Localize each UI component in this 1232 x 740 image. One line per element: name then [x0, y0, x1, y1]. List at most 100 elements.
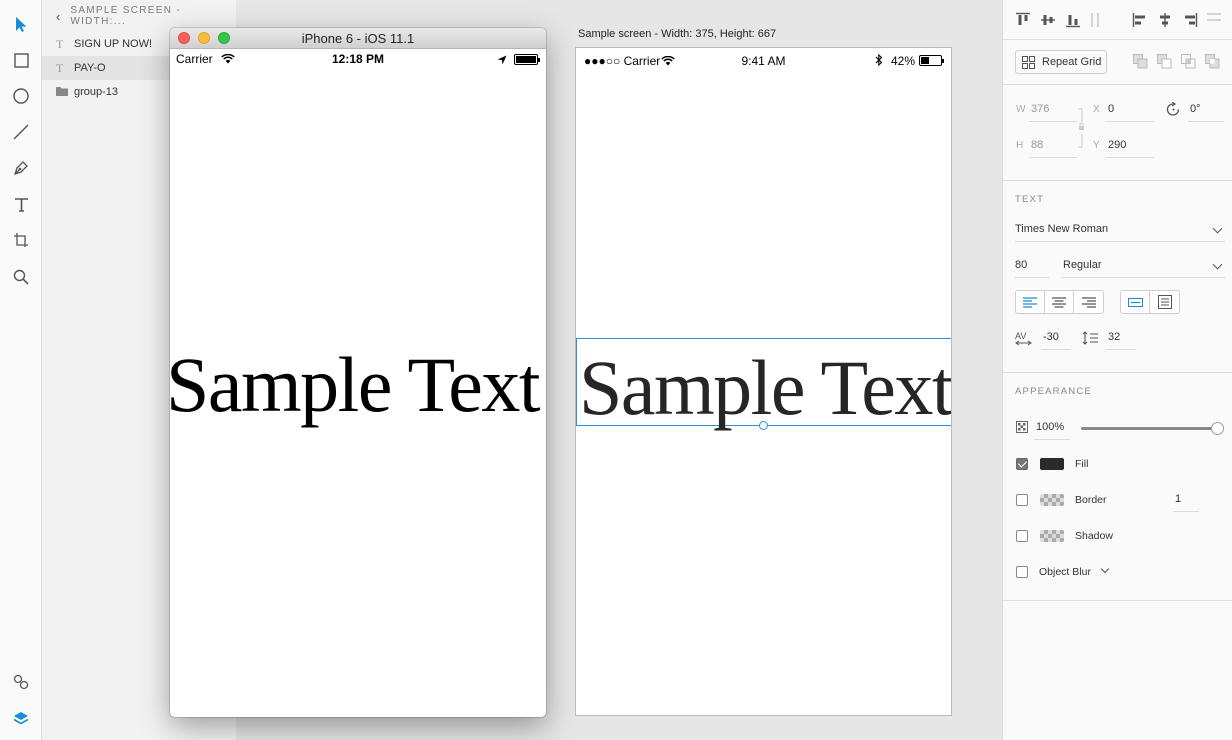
boolean-subtract-icon[interactable]	[1157, 54, 1172, 72]
rotation-icon	[1166, 101, 1181, 120]
shadow-color-swatch[interactable]	[1040, 530, 1064, 542]
layer-label: PAY-O	[74, 62, 106, 74]
line-spacing-underline	[1106, 349, 1136, 350]
appearance-section	[1003, 373, 1232, 601]
text-align-group	[1015, 290, 1104, 314]
x-label: X	[1093, 104, 1100, 115]
font-weight-dropdown[interactable]: Regular	[1063, 259, 1102, 271]
font-weight-underline	[1061, 277, 1225, 278]
artboard-tool-icon[interactable]	[9, 228, 33, 252]
object-blur-label[interactable]: Object Blur	[1039, 566, 1091, 578]
opacity-field-underline	[1034, 439, 1070, 440]
line-tool-icon[interactable]	[9, 120, 33, 144]
rectangle-tool-icon[interactable]	[9, 48, 33, 72]
align-top-icon[interactable]	[1015, 12, 1031, 31]
line-spacing-icon	[1082, 331, 1098, 348]
auto-width-text-icon[interactable]	[1121, 291, 1150, 313]
height-field[interactable]: 88	[1031, 139, 1043, 151]
x-field-underline	[1106, 121, 1154, 122]
border-checkbox[interactable]	[1016, 494, 1028, 506]
width-field-underline	[1029, 121, 1077, 122]
bluetooth-icon	[875, 53, 883, 69]
breadcrumb-label: SAMPLE SCREEN - WIDTH:...	[70, 5, 181, 27]
artboard-sample-text[interactable]: Sample Text	[579, 343, 951, 433]
boolean-exclude-icon[interactable]	[1205, 54, 1220, 72]
fill-checkbox[interactable]	[1016, 458, 1028, 470]
property-inspector: Repeat Grid W 376 H 88 X 0 Y 290 0° TEXT…	[1002, 0, 1232, 740]
align-middle-icon[interactable]	[1040, 12, 1056, 31]
character-spacing-underline	[1041, 349, 1071, 350]
repeat-grid-label: Repeat Grid	[1042, 56, 1102, 68]
y-field-underline	[1106, 157, 1154, 158]
align-toolbar	[1003, 0, 1232, 40]
repeat-grid-button[interactable]: Repeat Grid	[1015, 50, 1107, 74]
back-chevron-icon[interactable]: ‹	[56, 9, 60, 24]
height-field-underline	[1029, 157, 1077, 158]
fill-color-swatch[interactable]	[1040, 458, 1064, 470]
border-color-swatch[interactable]	[1040, 494, 1064, 506]
character-spacing-field[interactable]: -30	[1043, 331, 1059, 343]
opacity-slider[interactable]	[1081, 422, 1224, 435]
rotation-field-underline	[1188, 121, 1224, 122]
object-blur-checkbox[interactable]	[1016, 566, 1028, 578]
assets-icon[interactable]	[9, 670, 33, 694]
iphone-simulator-window: iPhone 6 - iOS 11.1 Carrier 12:18 PM Sam…	[170, 28, 546, 717]
select-tool-icon[interactable]	[9, 12, 33, 36]
resize-handle[interactable]	[759, 421, 768, 430]
rotation-field[interactable]: 0°	[1190, 103, 1201, 115]
text-section-header: TEXT	[1015, 194, 1045, 205]
width-field[interactable]: 376	[1031, 103, 1049, 115]
simulator-titlebar[interactable]: iPhone 6 - iOS 11.1	[170, 28, 546, 49]
opacity-field[interactable]: 100%	[1036, 421, 1064, 433]
battery-percent: 42%	[891, 54, 916, 68]
battery-icon	[919, 55, 944, 66]
font-size-field[interactable]: 80	[1015, 259, 1027, 271]
boolean-intersect-icon[interactable]	[1181, 54, 1196, 72]
font-family-dropdown[interactable]: Times New Roman	[1015, 223, 1108, 235]
shadow-checkbox[interactable]	[1016, 530, 1028, 542]
text-align-center-icon[interactable]	[1045, 291, 1074, 313]
width-label: W	[1016, 104, 1026, 115]
lock-aspect-icon[interactable]	[1076, 108, 1086, 151]
shadow-label: Shadow	[1075, 530, 1113, 542]
align-center-icon[interactable]	[1157, 12, 1173, 31]
fill-label: Fill	[1075, 458, 1089, 470]
align-left-icon[interactable]	[1132, 12, 1148, 31]
appearance-section-header: APPEARANCE	[1015, 386, 1092, 397]
battery-icon	[514, 54, 540, 65]
svg-text:AV: AV	[1015, 331, 1026, 341]
border-label: Border	[1075, 494, 1107, 506]
pen-tool-icon[interactable]	[9, 156, 33, 180]
text-align-right-icon[interactable]	[1074, 291, 1103, 313]
fixed-size-text-icon[interactable]	[1150, 291, 1179, 313]
border-width-underline	[1173, 511, 1199, 512]
border-width-field[interactable]: 1	[1175, 493, 1181, 505]
simulator-status-bar: Carrier 12:18 PM	[170, 49, 546, 69]
x-field[interactable]: 0	[1108, 103, 1114, 115]
line-spacing-field[interactable]: 32	[1108, 331, 1120, 343]
align-right-icon[interactable]	[1182, 12, 1198, 31]
text-layer-icon: T	[56, 60, 64, 75]
text-tool-icon[interactable]	[9, 192, 33, 216]
folder-icon	[56, 85, 74, 100]
y-field[interactable]: 290	[1108, 139, 1126, 151]
repeat-grid-icon	[1022, 55, 1035, 69]
text-align-left-icon[interactable]	[1016, 291, 1045, 313]
artboard-sample-screen[interactable]: ●●●○○ Carrier 9:41 AM 42% Sample Text	[575, 47, 952, 716]
text-box-type-group	[1120, 290, 1180, 314]
artboard-status-bar: ●●●○○ Carrier 9:41 AM 42%	[576, 48, 951, 74]
zoom-tool-icon[interactable]	[9, 265, 33, 289]
layers-icon[interactable]	[9, 706, 33, 730]
character-spacing-icon: AV	[1015, 331, 1033, 349]
font-family-underline	[1015, 241, 1225, 242]
location-arrow-icon	[497, 54, 507, 68]
ellipse-tool-icon[interactable]	[9, 84, 33, 108]
opacity-slider-knob[interactable]	[1211, 422, 1224, 435]
artboard-title[interactable]: Sample screen - Width: 375, Height: 667	[578, 28, 776, 40]
align-bottom-icon[interactable]	[1065, 12, 1081, 31]
boolean-add-icon[interactable]	[1133, 54, 1148, 72]
status-time: 12:18 PM	[331, 52, 385, 66]
distribute-vertical-icon[interactable]	[1090, 12, 1100, 31]
distribute-horizontal-icon[interactable]	[1206, 12, 1222, 25]
toolbar	[0, 0, 42, 740]
